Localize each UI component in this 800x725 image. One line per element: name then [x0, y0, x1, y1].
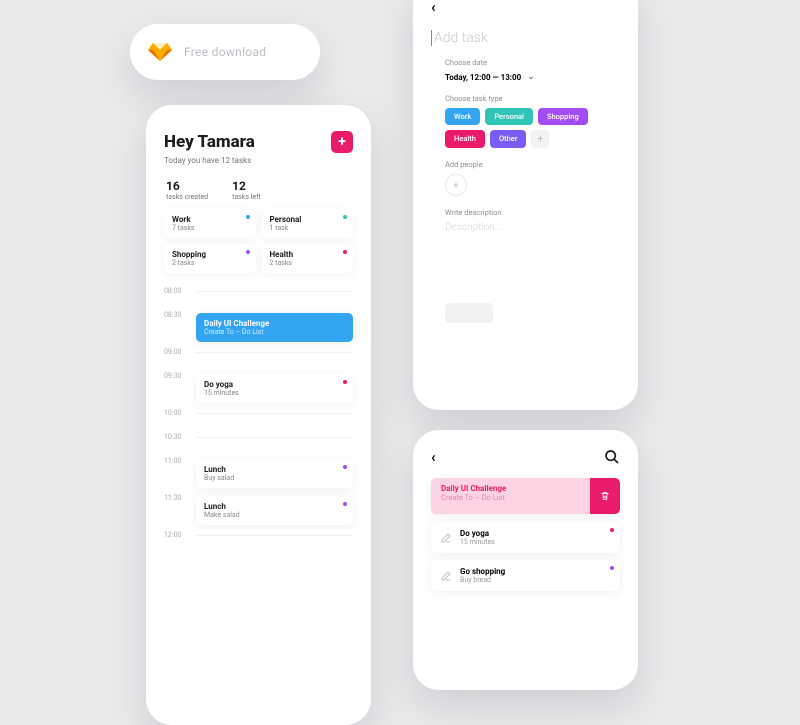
label-desc: Write description [445, 208, 620, 217]
phone-home: Hey Tamara + Today you have 12 tasks 16 … [146, 105, 371, 725]
dot-icon [246, 215, 250, 219]
category-card[interactable]: Health2 tasks [262, 244, 354, 273]
dot-icon [610, 566, 614, 570]
dot-icon [343, 380, 347, 384]
search-icon[interactable] [604, 449, 620, 465]
timeline-task[interactable]: Lunch Buy salad [196, 459, 353, 488]
submit-button[interactable] [445, 303, 493, 323]
chevron-down-icon: ⌄ [527, 72, 535, 82]
dot-icon [343, 465, 347, 469]
trash-icon [600, 490, 610, 502]
label-date: Choose date [445, 58, 620, 67]
type-chip[interactable]: Shopping [538, 108, 588, 125]
type-chip[interactable]: Health [445, 130, 485, 148]
add-task-fab[interactable]: + [331, 131, 353, 153]
category-card[interactable]: Personal1 task [262, 209, 354, 238]
dot-icon [343, 502, 347, 506]
timeline-task[interactable]: Do yoga 15 minutes [196, 374, 353, 403]
list-item[interactable]: Do yoga15 minutes [431, 522, 620, 553]
greeting: Hey Tamara [164, 132, 255, 152]
type-chip[interactable]: Other [490, 130, 527, 148]
dot-icon [343, 250, 347, 254]
type-chip[interactable]: Personal [485, 108, 533, 125]
type-chip[interactable]: Work [445, 108, 480, 125]
timeline-task[interactable]: Lunch Make salad [196, 496, 353, 525]
back-icon[interactable]: ‹ [431, 448, 436, 466]
date-picker[interactable]: Today, 12:00 — 13:00 ⌄ [445, 72, 620, 82]
task-name-input[interactable]: Add task [431, 30, 620, 46]
timeline-task[interactable]: Daily UI Challenge Create To – Do List [196, 313, 353, 342]
edit-icon [440, 532, 452, 544]
dot-icon [246, 250, 250, 254]
sketch-icon [148, 40, 172, 64]
description-input[interactable]: Description… [445, 222, 620, 233]
dot-icon [343, 215, 347, 219]
swiped-task-row[interactable]: Daily UI Challenge Create To – Do List [431, 478, 620, 514]
home-subtitle: Today you have 12 tasks [164, 156, 353, 165]
delete-button[interactable] [590, 478, 620, 514]
category-card[interactable]: Shopping2 tasks [164, 244, 256, 273]
add-type-button[interactable]: + [531, 130, 549, 148]
stat-created: 16 tasks created [166, 179, 208, 201]
download-pill[interactable]: Free download [130, 24, 320, 80]
list-item[interactable]: Go shoppingBuy bread [431, 560, 620, 591]
label-type: Choose task type [445, 94, 620, 103]
edit-icon [440, 570, 452, 582]
back-icon[interactable]: ‹ [431, 0, 620, 16]
timeline: 08:00 08:30 Daily UI Challenge Create To… [164, 287, 353, 551]
add-person-button[interactable]: + [445, 174, 467, 196]
stat-left: 12 tasks left [232, 179, 261, 201]
category-card[interactable]: Work7 tasks [164, 209, 256, 238]
phone-add-task: ‹ Add task Choose date Today, 12:00 — 13… [413, 0, 638, 410]
label-people: Add people [445, 160, 620, 169]
phone-task-list: ‹ Daily UI Challenge Create To – Do List… [413, 430, 638, 690]
download-label: Free download [184, 45, 266, 59]
dot-icon [610, 528, 614, 532]
